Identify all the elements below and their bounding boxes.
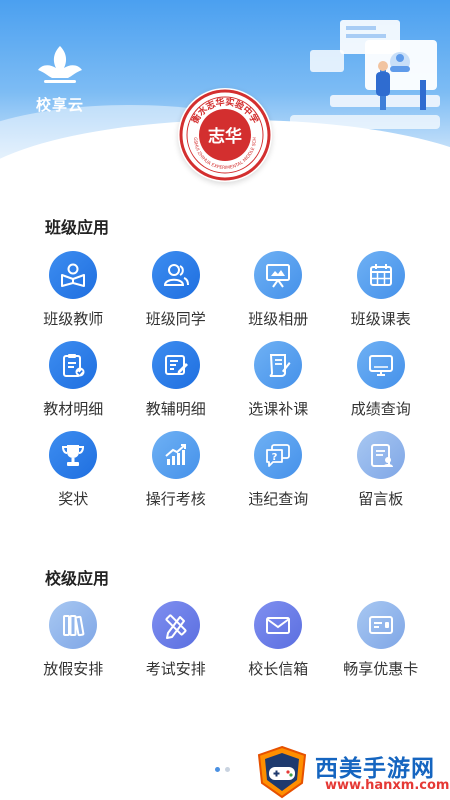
app-label: 奖状 [58, 490, 89, 508]
pencil-ruler-icon [151, 601, 200, 649]
page-indicator [215, 767, 230, 772]
svg-text:?: ? [272, 452, 278, 463]
app-grade-query[interactable]: 成绩查询 [330, 341, 433, 431]
app-label: 教材明细 [43, 400, 104, 418]
app-label: 放假安排 [43, 660, 104, 678]
app-label: 班级相册 [248, 310, 309, 328]
brand-name: 校享云 [35, 96, 84, 114]
growth-chart-icon [151, 431, 200, 479]
app-holiday-schedule[interactable]: 放假安排 [22, 601, 125, 691]
clipboard-check-icon [49, 341, 98, 389]
app-label: 畅享优惠卡 [343, 660, 419, 678]
school-apps-title: 校级应用 [45, 569, 110, 588]
svg-text:志华: 志华 [208, 126, 242, 147]
document-edit-icon [151, 341, 200, 389]
classmates-icon [151, 251, 200, 299]
cloud-flower-logo-icon [38, 46, 82, 83]
app-textbook-detail[interactable]: 教材明细 [22, 341, 125, 431]
app-label: 留言板 [358, 490, 404, 508]
app-label: 操行考核 [145, 490, 206, 508]
school-seal-logo: 衡水志华实验中学 HENGSHUI ZHIHUA EXPERIMENTAL MI… [176, 84, 272, 182]
monitor-icon [356, 341, 405, 389]
app-conduct-assessment[interactable]: 操行考核 [125, 431, 228, 521]
app-class-teachers[interactable]: 班级教师 [22, 251, 125, 341]
app-class-classmates[interactable]: 班级同学 [125, 251, 228, 341]
app-label: 选课补课 [248, 400, 309, 418]
page-dot[interactable] [225, 767, 230, 772]
question-chat-icon: ? [254, 431, 303, 479]
teacher-book-icon [49, 251, 98, 299]
app-class-album[interactable]: 班级相册 [227, 251, 330, 341]
app-label: 班级同学 [145, 310, 206, 328]
app-aux-material-detail[interactable]: 教辅明细 [125, 341, 228, 431]
gamepad-shield-icon [257, 745, 307, 799]
app-principal-mailbox[interactable]: 校长信箱 [227, 601, 330, 691]
app-message-board[interactable]: 留言板 [330, 431, 433, 521]
class-apps-title: 班级应用 [45, 218, 110, 237]
calendar-icon [356, 251, 405, 299]
office-illustration [270, 10, 450, 160]
app-label: 成绩查询 [350, 400, 411, 418]
trophy-icon [49, 431, 98, 479]
header-banner: 校享云 衡水志华实验中学 HENGSHUI ZHIHUA EXPERIMENTA… [0, 0, 450, 205]
app-label: 考试安排 [145, 660, 206, 678]
message-board-icon [356, 431, 405, 479]
app-label: 校长信箱 [248, 660, 309, 678]
scroll-pen-icon [254, 341, 303, 389]
app-label: 班级教师 [43, 310, 104, 328]
books-icon [49, 601, 98, 649]
site-watermark: 西美手游网 www.hanxm.com [255, 745, 450, 800]
mail-icon [254, 601, 303, 649]
app-discount-card[interactable]: 畅享优惠卡 [330, 601, 433, 691]
class-apps-grid: 班级教师 班级同学 班级相册 班级课表 教材明细 教辅明细 选课补课 成绩查询 … [22, 251, 432, 521]
app-certificates[interactable]: 奖状 [22, 431, 125, 521]
app-exam-schedule[interactable]: 考试安排 [125, 601, 228, 691]
app-course-selection[interactable]: 选课补课 [227, 341, 330, 431]
album-board-icon [254, 251, 303, 299]
page-dot-active[interactable] [215, 767, 220, 772]
app-label: 班级课表 [350, 310, 411, 328]
watermark-url: www.hanxm.com [325, 778, 450, 793]
app-label: 违纪查询 [248, 490, 309, 508]
card-icon [356, 601, 405, 649]
app-violation-query[interactable]: ? 违纪查询 [227, 431, 330, 521]
school-apps-grid: 放假安排 考试安排 校长信箱 畅享优惠卡 [22, 601, 432, 691]
app-label: 教辅明细 [145, 400, 206, 418]
app-class-schedule[interactable]: 班级课表 [330, 251, 433, 341]
app-brand: 校享云 [30, 42, 90, 115]
